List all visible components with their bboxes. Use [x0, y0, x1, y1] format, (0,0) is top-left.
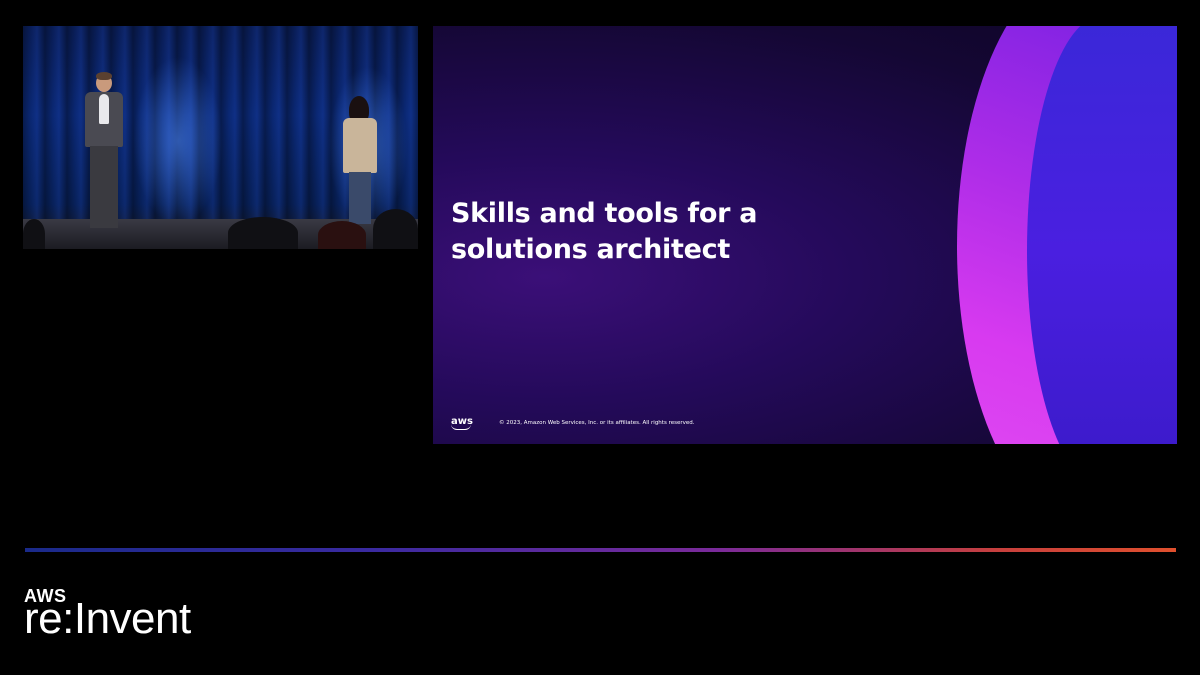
audience-member	[318, 221, 366, 249]
slide-title-line: Skills and tools for a	[451, 198, 758, 229]
stage-light-left	[133, 56, 223, 226]
video-progress-bar[interactable]	[25, 548, 1176, 552]
audience-member	[373, 209, 418, 249]
event-branding: AWS re:Invent	[24, 587, 191, 643]
presentation-slide: Skills and tools for a solutions archite…	[433, 26, 1177, 444]
slide-copyright: © 2023, Amazon Web Services, Inc. or its…	[499, 420, 695, 426]
stage-camera-feed	[23, 26, 418, 249]
audience-member	[23, 219, 45, 249]
presenter-left	[85, 72, 145, 234]
brand-event-name: re:Invent	[24, 594, 191, 643]
slide-swoosh-blue	[1027, 26, 1177, 444]
presenter-right	[341, 96, 385, 228]
slide-title: Skills and tools for a solutions archite…	[451, 196, 871, 268]
video-frame: Skills and tools for a solutions archite…	[0, 0, 1200, 675]
aws-logo-icon: aws	[451, 416, 473, 430]
aws-logo-text: aws	[451, 416, 473, 427]
audience-member	[228, 217, 298, 249]
slide-title-line: solutions architect	[451, 234, 730, 265]
